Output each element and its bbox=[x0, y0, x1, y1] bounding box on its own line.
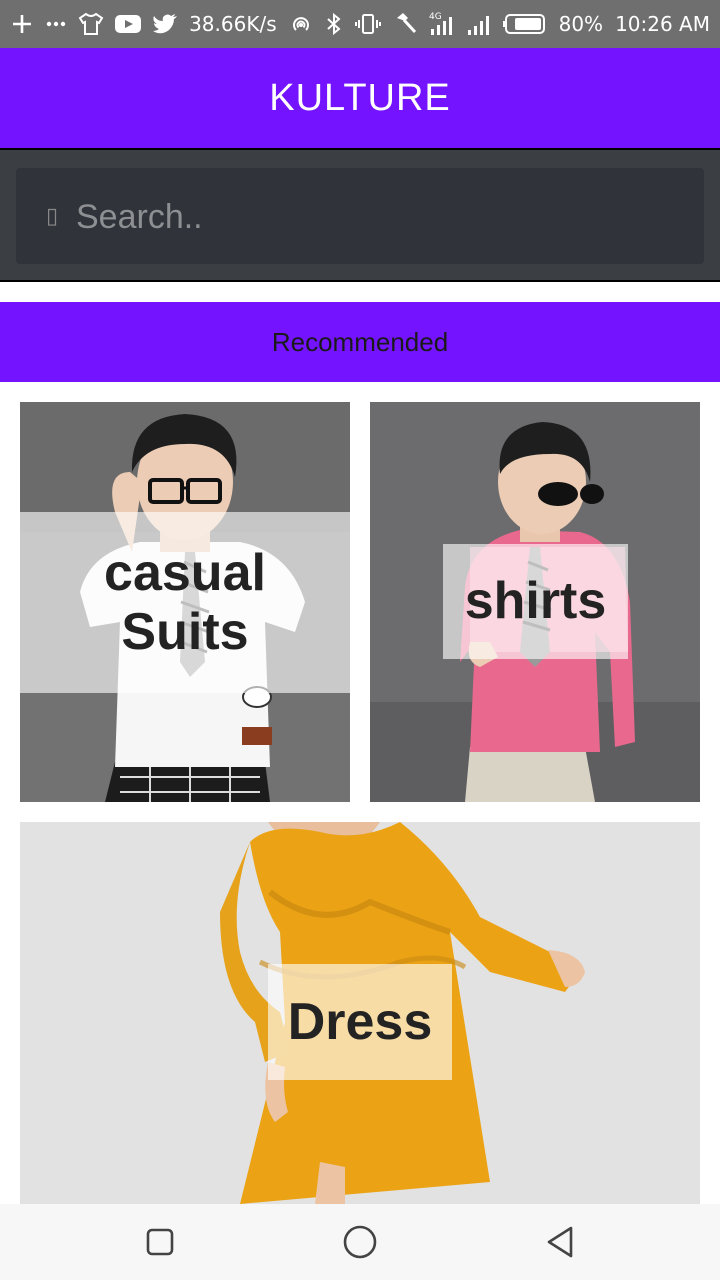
hotspot-icon bbox=[289, 12, 313, 36]
category-card-dress[interactable]: Dress bbox=[20, 822, 700, 1204]
signal-icon bbox=[467, 12, 491, 36]
search-box[interactable]: ▯ bbox=[16, 168, 704, 266]
tshirt-icon bbox=[78, 12, 104, 36]
category-label-line2: Suits bbox=[121, 602, 249, 661]
search-input[interactable] bbox=[74, 168, 698, 266]
vibrate-icon bbox=[354, 12, 381, 36]
app-bar: KULTURE bbox=[0, 48, 720, 148]
search-icon[interactable]: ▯ bbox=[32, 196, 72, 236]
category-label: shirts bbox=[464, 572, 607, 631]
battery-icon bbox=[502, 13, 547, 35]
hammer-icon bbox=[393, 12, 417, 36]
twitter-icon bbox=[152, 13, 178, 35]
circle-icon bbox=[343, 1225, 377, 1259]
status-bar-left bbox=[10, 0, 178, 48]
status-bar: 38.66K/s 4G 80% 10:26 AM bbox=[0, 0, 720, 48]
plus-icon bbox=[10, 12, 34, 36]
category-overlay: shirts bbox=[443, 544, 628, 659]
battery-percent: 80% bbox=[558, 12, 604, 36]
bluetooth-icon bbox=[325, 12, 343, 36]
category-overlay: Dress bbox=[268, 964, 452, 1080]
recommended-label: Recommended bbox=[271, 326, 449, 357]
signal-4g-icon: 4G bbox=[429, 11, 455, 37]
system-nav-bar bbox=[0, 1204, 720, 1280]
square-icon bbox=[146, 1228, 174, 1256]
category-label-line1: casual bbox=[104, 544, 266, 603]
more-icon bbox=[44, 12, 68, 36]
back-triangle-icon bbox=[547, 1226, 573, 1258]
category-overlay: casual Suits bbox=[20, 512, 350, 693]
category-card-casual-suits[interactable]: casual Suits bbox=[20, 402, 350, 802]
recent-apps-button[interactable] bbox=[140, 1222, 180, 1262]
network-speed: 38.66K/s bbox=[189, 12, 277, 36]
svg-text:4G: 4G bbox=[429, 12, 442, 22]
app-title: KULTURE bbox=[269, 76, 451, 119]
category-label: Dress bbox=[287, 992, 433, 1051]
back-button[interactable] bbox=[540, 1222, 580, 1262]
search-section: ▯ bbox=[0, 148, 720, 282]
recommended-header: Recommended bbox=[0, 302, 720, 382]
category-card-shirts[interactable]: shirts bbox=[370, 402, 700, 802]
status-bar-right: 38.66K/s 4G 80% 10:26 AM bbox=[189, 0, 710, 48]
clock: 10:26 AM bbox=[615, 12, 710, 36]
youtube-icon bbox=[114, 13, 142, 35]
home-button[interactable] bbox=[340, 1222, 380, 1262]
